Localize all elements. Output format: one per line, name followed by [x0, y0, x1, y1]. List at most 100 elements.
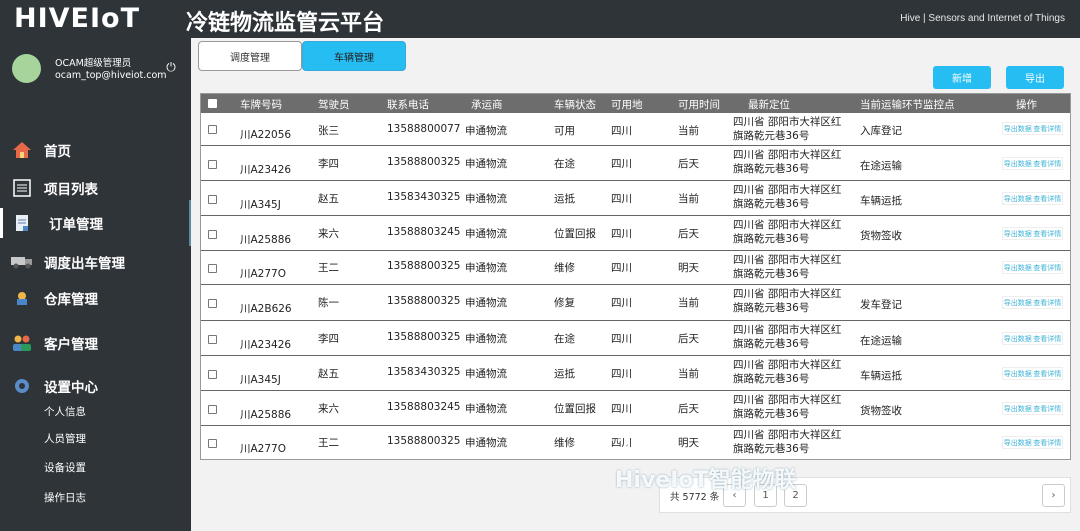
- select-all-checkbox[interactable]: [208, 99, 217, 108]
- view-details-link[interactable]: 查看详情: [1033, 159, 1061, 169]
- column-header: 驾驶员: [318, 99, 350, 111]
- cell-area: 四川: [611, 228, 632, 240]
- table-row[interactable]: 川A22056 张三 13588800077 申通物流 可用 四川 当前 入库登记 四川省 邵阳…: [201, 113, 1070, 145]
- export-data-link[interactable]: 导出数据: [1004, 404, 1032, 414]
- cell-plate: 川A22056: [240, 129, 292, 141]
- export-data-link[interactable]: 导出数据: [1004, 229, 1032, 239]
- sidebar-subitem-staff[interactable]: 人员管理: [44, 431, 86, 446]
- view-details-link[interactable]: 查看详情: [1033, 369, 1061, 379]
- column-header: 车牌号码: [240, 99, 282, 111]
- column-header: 最新定位: [748, 99, 790, 111]
- cell-driver: 赵五: [318, 193, 339, 205]
- export-data-link[interactable]: 导出数据: [1004, 334, 1032, 344]
- column-header: 承运商: [471, 99, 503, 111]
- view-details-link[interactable]: 查看详情: [1033, 263, 1061, 273]
- sidebar-subitem-profile[interactable]: 个人信息: [44, 404, 86, 419]
- cell-location-line2: 旗路乾元巷36号: [733, 373, 810, 385]
- table-row[interactable]: 川A277O 王二 13588800325 申通物流 维修 四川 明天 四川省 邵阳市大祥区红…: [201, 250, 1070, 284]
- table-row[interactable]: 川A2B626 陈一 13588800325 申通物流 修复 四川 当前 发车登记 四川省 邵阳…: [201, 284, 1070, 320]
- cell-phone: 13588800325: [387, 295, 461, 307]
- document-icon: [11, 212, 33, 234]
- sidebar-item-home[interactable]: 首页: [0, 135, 191, 165]
- cell-point: 在途运输: [860, 160, 902, 172]
- table-row[interactable]: 川A23426 李四 13588800325 申通物流 在途 四川 后天 在途运输 四川省 邵阳…: [201, 320, 1070, 355]
- sidebar-item-projects[interactable]: 项目列表: [0, 173, 191, 203]
- sidebar-item-customers[interactable]: 客户管理: [0, 328, 191, 358]
- export-button[interactable]: 导出: [1006, 66, 1064, 89]
- row-checkbox[interactable]: [208, 439, 217, 448]
- cell-point: 货物签收: [860, 405, 902, 417]
- cell-carrier: 申通物流: [465, 297, 507, 309]
- table-row[interactable]: 川A25886 来六 13588803245 申通物流 位置回报 四川 后天 货物签收 四川省 …: [201, 215, 1070, 250]
- table-row[interactable]: 川A345J 赵五 13583430325 申通物流 运抵 四川 当前 车辆运抵 四川省 邵阳市…: [201, 355, 1070, 390]
- export-data-link[interactable]: 导出数据: [1004, 194, 1032, 204]
- tagline: Hive | Sensors and Internet of Things: [900, 13, 1065, 24]
- sidebar-item-warehouse[interactable]: 仓库管理: [0, 283, 191, 313]
- cell-time: 后天: [678, 403, 699, 415]
- list-icon: [11, 177, 33, 199]
- view-details-link[interactable]: 查看详情: [1033, 334, 1061, 344]
- power-icon[interactable]: ⏻: [164, 60, 178, 74]
- add-button[interactable]: 新增: [933, 66, 991, 89]
- row-actions[interactable]: 导出数据 查看详情: [1002, 436, 1063, 449]
- cell-carrier: 申通物流: [465, 158, 507, 170]
- cell-point: 货物签收: [860, 230, 902, 242]
- sidebar-item-dispatch[interactable]: 调度出车管理: [0, 247, 191, 277]
- row-actions[interactable]: 导出数据 查看详情: [1002, 227, 1063, 240]
- view-details-link[interactable]: 查看详情: [1033, 124, 1061, 134]
- view-details-link[interactable]: 查看详情: [1033, 438, 1061, 448]
- cell-area: 四川: [611, 193, 632, 205]
- export-data-link[interactable]: 导出数据: [1004, 298, 1032, 308]
- avatar[interactable]: [12, 54, 41, 83]
- row-checkbox[interactable]: [208, 335, 217, 344]
- column-header: 可用地: [611, 99, 643, 111]
- table-row[interactable]: 川A23426 李四 13588800325 申通物流 在途 四川 后天 在途运输 四川省 邵阳…: [201, 145, 1070, 180]
- tab-vehicles[interactable]: 车辆管理: [302, 41, 406, 71]
- row-actions[interactable]: 导出数据 查看详情: [1002, 367, 1063, 380]
- table-row[interactable]: 川A345J 赵五 13583430325 申通物流 运抵 四川 当前 车辆运抵 四川省 邵阳市…: [201, 180, 1070, 215]
- cell-carrier: 申通物流: [465, 125, 507, 137]
- table-row[interactable]: 川A277O 王二 13588800325 申通物流 维修 四川 明天 四川省 邵阳市大祥区红…: [201, 425, 1070, 459]
- row-checkbox[interactable]: [208, 125, 217, 134]
- row-checkbox[interactable]: [208, 230, 217, 239]
- view-details-link[interactable]: 查看详情: [1033, 194, 1061, 204]
- row-checkbox[interactable]: [208, 299, 217, 308]
- cell-phone: 13588803245: [387, 401, 461, 413]
- export-data-link[interactable]: 导出数据: [1004, 159, 1032, 169]
- row-actions[interactable]: 导出数据 查看详情: [1002, 122, 1063, 135]
- export-data-link[interactable]: 导出数据: [1004, 124, 1032, 134]
- row-actions[interactable]: 导出数据 查看详情: [1002, 192, 1063, 205]
- row-checkbox[interactable]: [208, 264, 217, 273]
- table-row[interactable]: 川A25886 来六 13588803245 申通物流 位置回报 四川 后天 货物签收 四川省 …: [201, 390, 1070, 425]
- tab-dispatch[interactable]: 调度管理: [198, 41, 302, 71]
- cell-carrier: 申通物流: [465, 403, 507, 415]
- row-checkbox[interactable]: [208, 370, 217, 379]
- sidebar-item-settings[interactable]: 设置中心: [0, 371, 191, 401]
- row-actions[interactable]: 导出数据 查看详情: [1002, 261, 1063, 274]
- cell-status: 在途: [554, 333, 575, 345]
- view-details-link[interactable]: 查看详情: [1033, 298, 1061, 308]
- watermark: HiveIoT智能物联: [615, 468, 797, 493]
- cell-area: 四川: [611, 262, 632, 274]
- row-actions[interactable]: 导出数据 查看详情: [1002, 296, 1063, 309]
- row-checkbox[interactable]: [208, 160, 217, 169]
- view-details-link[interactable]: 查看详情: [1033, 229, 1061, 239]
- row-actions[interactable]: 导出数据 查看详情: [1002, 402, 1063, 415]
- view-details-link[interactable]: 查看详情: [1033, 404, 1061, 414]
- cell-phone: 13588800077: [387, 123, 461, 135]
- export-data-link[interactable]: 导出数据: [1004, 369, 1032, 379]
- sidebar-subitem-devices[interactable]: 设备设置: [44, 460, 86, 475]
- logo: HIVEIoT: [14, 3, 140, 34]
- wechat-icon: [602, 431, 628, 451]
- export-data-link[interactable]: 导出数据: [1004, 263, 1032, 273]
- row-checkbox[interactable]: [208, 195, 217, 204]
- sidebar-subitem-logs[interactable]: 操作日志: [44, 490, 86, 505]
- row-actions[interactable]: 导出数据 查看详情: [1002, 332, 1063, 345]
- home-icon: [11, 139, 33, 161]
- export-data-link[interactable]: 导出数据: [1004, 438, 1032, 448]
- row-actions[interactable]: 导出数据 查看详情: [1002, 157, 1063, 170]
- next-page-button[interactable]: ›: [1042, 484, 1065, 507]
- cell-location-line2: 旗路乾元巷36号: [733, 198, 810, 210]
- row-checkbox[interactable]: [208, 405, 217, 414]
- sidebar-item-orders[interactable]: 订单管理: [0, 200, 191, 246]
